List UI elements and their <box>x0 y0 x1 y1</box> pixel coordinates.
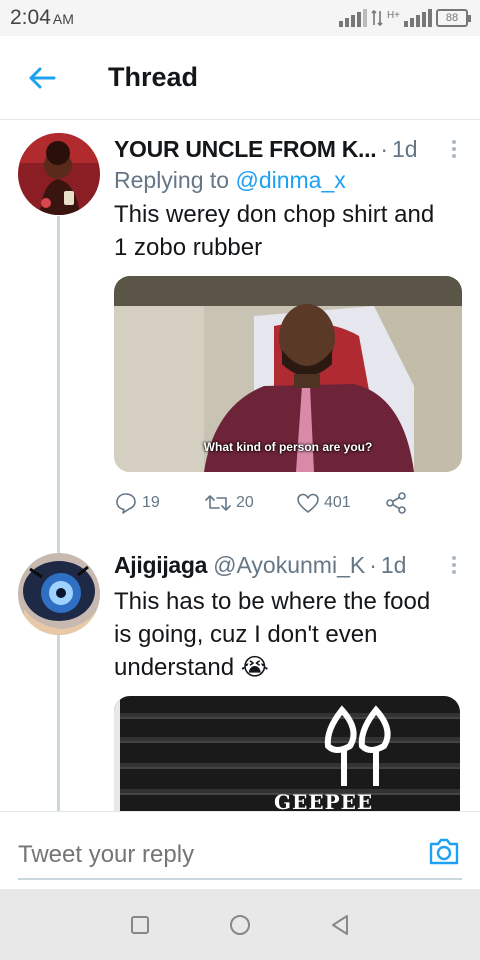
mention-link[interactable]: @dinma_x <box>235 167 345 193</box>
tweet-age: 1d <box>380 551 407 578</box>
tweet-media-image[interactable]: GEEPEE <box>114 696 460 811</box>
app-header: Thread <box>0 36 480 120</box>
more-vertical-icon[interactable] <box>446 140 462 158</box>
camera-icon <box>429 838 459 865</box>
tweet-body: YOUR UNCLE FROM K... · 1d Replying to @d… <box>114 133 462 516</box>
comment-icon <box>116 493 136 514</box>
thread[interactable]: YOUR UNCLE FROM K... · 1d Replying to @d… <box>0 121 480 811</box>
share-button[interactable] <box>384 491 408 515</box>
retweet-button[interactable]: 20 <box>204 492 296 514</box>
camera-button[interactable] <box>428 836 460 866</box>
back-button[interactable] <box>0 36 84 120</box>
data-transfer-icon <box>371 9 383 27</box>
author-name[interactable]: YOUR UNCLE FROM K... <box>114 136 377 163</box>
status-icons: H+ 88 <box>338 9 471 27</box>
page-title: Thread <box>108 62 199 92</box>
status-bar: 2:04 AM H+ 88 <box>0 0 480 36</box>
circle-icon <box>230 914 250 935</box>
media-caption: What kind of person are you? <box>203 440 373 454</box>
thread-connector-line <box>57 216 60 811</box>
separator-dot: · <box>380 135 389 162</box>
system-nav-bar <box>0 889 480 960</box>
reply-input[interactable] <box>18 832 402 878</box>
tweet-meta: Ajigijaga @Ayokunmi_K · 1d <box>114 549 462 581</box>
replying-to-prefix: Replying to <box>114 167 236 193</box>
reply-button[interactable]: 19 <box>114 491 204 515</box>
retweet-count: 20 <box>236 494 254 511</box>
status-time: 2:04 AM <box>10 6 74 30</box>
replying-to: Replying to @dinma_x <box>114 167 462 194</box>
tweet-text: This has to be where the food is going, … <box>114 585 462 684</box>
reply-bar <box>0 811 480 889</box>
separator-dot: · <box>369 551 377 578</box>
tweet-text-line: This has to be where the food <box>114 588 431 615</box>
author-handle[interactable]: @Ayokunmi_K <box>213 552 365 579</box>
avatar[interactable] <box>18 553 100 635</box>
square-icon <box>131 915 149 934</box>
share-icon <box>386 492 406 514</box>
home-button[interactable] <box>220 905 260 945</box>
triangle-back-icon <box>332 914 348 935</box>
tweet-text-line: is going, cuz I don't even <box>114 621 378 648</box>
reply-underline <box>18 878 462 880</box>
clock-ampm: AM <box>52 11 74 27</box>
media-caption: GEEPEE <box>274 790 374 811</box>
tweet-text-line: understand <box>114 654 235 681</box>
tweet-body: Ajigijaga @Ayokunmi_K · 1d This has to b… <box>114 549 462 811</box>
tweet-actions: 19 20 401 <box>114 490 462 516</box>
author-name[interactable]: Ajigijaga <box>114 552 207 579</box>
tweet-media-image[interactable]: What kind of person are you? <box>114 276 462 472</box>
signal-icon-2 <box>404 9 432 27</box>
battery-level: 88 <box>445 12 459 24</box>
crying-emoji: 😭 <box>240 654 269 681</box>
system-back-button[interactable] <box>320 905 360 945</box>
recents-button[interactable] <box>120 905 160 945</box>
avatar[interactable] <box>18 133 100 215</box>
heart-icon <box>297 493 319 513</box>
reply-count: 19 <box>142 494 160 511</box>
like-button[interactable]: 401 <box>296 492 384 514</box>
network-type-label: H+ <box>386 9 400 21</box>
retweet-icon <box>205 495 231 511</box>
tweet-text: This werey don chop shirt and 1 zobo rub… <box>114 198 462 264</box>
like-count: 401 <box>324 494 351 511</box>
tweet-text-line: This werey don chop shirt and <box>114 201 435 228</box>
tweet-age: 1d <box>392 135 418 162</box>
clock: 2:04 <box>10 6 51 29</box>
arrow-left-icon <box>29 67 56 88</box>
more-vertical-icon[interactable] <box>446 556 462 574</box>
tweet-text-line: 1 zobo rubber <box>114 234 263 261</box>
tweet-meta: YOUR UNCLE FROM K... · 1d <box>114 133 462 165</box>
signal-icon <box>338 9 367 27</box>
battery-icon: 88 <box>436 9 471 27</box>
tweet-text-line-with-emoji: understand 😭 <box>114 651 462 684</box>
